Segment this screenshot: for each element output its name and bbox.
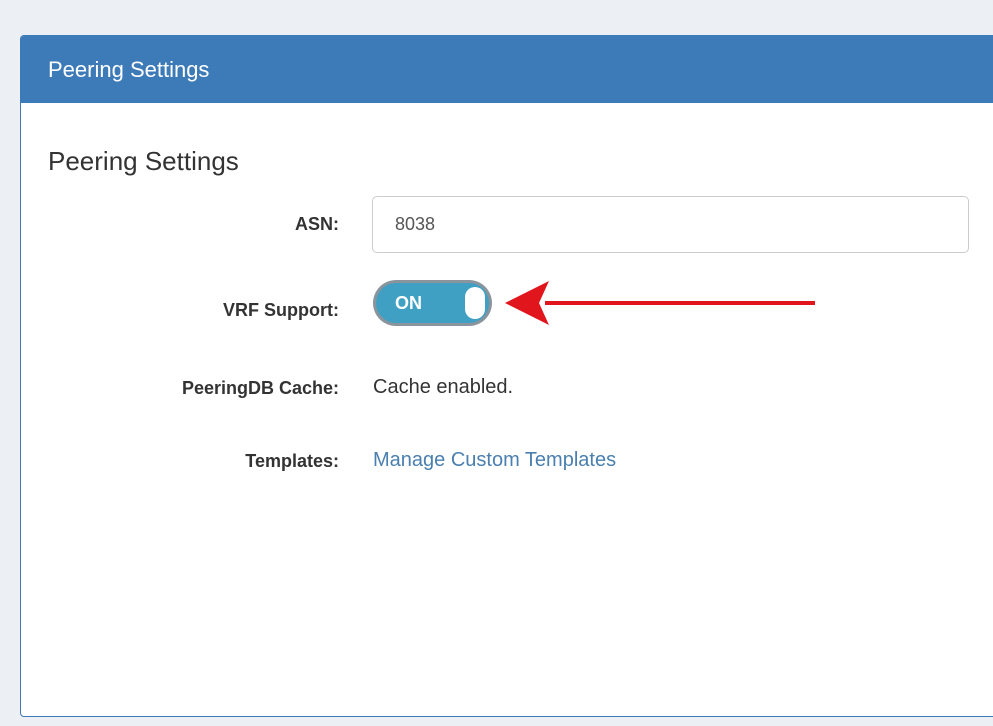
section-title: Peering Settings [48,146,239,176]
red-arrow-icon [505,281,815,325]
panel-header-title: Peering Settings [21,36,993,103]
toggle-state-text: ON [395,293,422,313]
templates-label: Templates: [245,451,339,471]
manage-custom-templates-link[interactable]: Manage Custom Templates [373,449,616,472]
peeringdb-cache-label: PeeringDB Cache: [181,378,339,398]
peeringdb-cache-value: Cache enabled. [373,376,514,398]
vrf-support-label: VRF Support: [223,300,339,320]
asn-label: ASN: [295,214,339,234]
peering-settings-panel: Peering Settings Peering Settings ASN: V… [20,35,993,717]
toggle-track: ON [376,283,489,323]
vrf-support-toggle[interactable]: ON [373,280,492,326]
asn-input[interactable] [372,196,969,253]
toggle-knob [465,287,485,319]
